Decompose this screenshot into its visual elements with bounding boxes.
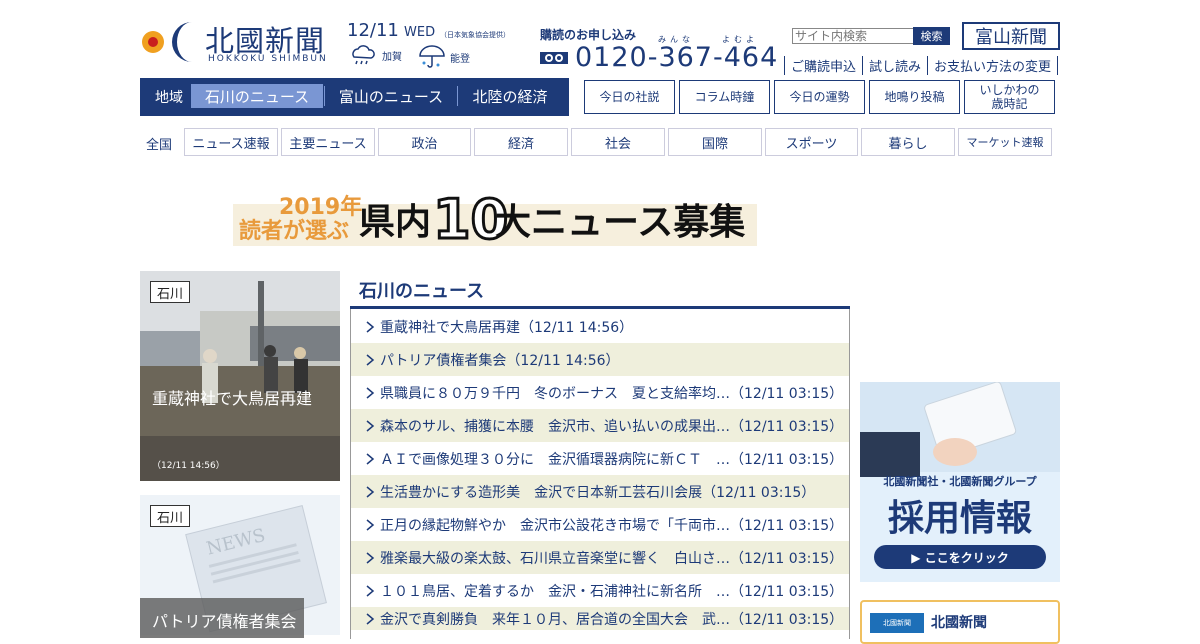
recruit-ad-banner[interactable]: 北國新聞社・北國新聞グループ 採用情報 ▶ ここをクリック — [860, 382, 1060, 582]
banner-title-b: 大ニュース募集 — [495, 202, 745, 243]
news-item[interactable]: 生活豊かにする造形美 金沢で日本新工芸石川会展（12/11 03:15） — [351, 475, 849, 508]
news-item[interactable]: ＡＩで画像処理３０分に 金沢循環器病院に新ＣＴ …（12/11 03:15） — [351, 442, 849, 475]
news-item[interactable]: 金沢で真剣勝負 来年１０月、居合道の全国大会 武…（12/11 03:15） — [351, 607, 849, 630]
play-arrow-icon — [366, 612, 375, 625]
photo-timestamp: （12/11 14:56） — [152, 461, 225, 471]
logo-roman: HOKKOKU SHIMBUN — [208, 54, 328, 64]
news-item-title: 正月の縁起物鮮やか 金沢市公設花き市場で「千両市…（12/11 03:15） — [380, 517, 844, 534]
news-item-title: 県職員に８０万９千円 冬のボーナス 夏と支給率均…（12/11 03:15） — [380, 385, 844, 402]
banner-title-a: 県内 — [359, 202, 431, 243]
current-weekday: WED — [404, 25, 436, 40]
category-breaking-news[interactable]: ニュース速報 — [184, 128, 278, 156]
weather-noto[interactable]: 能登 — [418, 44, 470, 70]
news-item-title: ＡＩで画像処理３０分に 金沢循環器病院に新ＣＴ …（12/11 03:15） — [380, 451, 844, 468]
horoscope-button[interactable]: 今日の運勢 — [774, 80, 865, 114]
trial-link[interactable]: 試し読み — [862, 56, 927, 75]
weather-kaga[interactable]: 加賀 — [348, 44, 402, 66]
news-item-title: パトリア債権者集会（12/11 14:56） — [380, 352, 620, 369]
play-arrow-icon — [366, 551, 375, 564]
recruit-click-button: ▶ ここをクリック — [911, 551, 1008, 565]
news-item-title: 生活豊かにする造形美 金沢で日本新工芸石川会展（12/11 03:15） — [380, 484, 816, 501]
play-arrow-icon — [366, 584, 375, 597]
play-arrow-icon — [366, 485, 375, 498]
news-item[interactable]: １０１鳥居、定着するか 金沢・石浦神社に新名所 …（12/11 03:15） — [351, 574, 849, 607]
news-item[interactable]: 森本のサル、捕獲に本腰 金沢市、追い払いの成果出…（12/11 03:15） — [351, 409, 849, 442]
hokkoku-box-logo: 北國新聞 — [870, 613, 924, 633]
news-item-title: 重蔵神社で大鳥居再建（12/11 14:56） — [380, 319, 634, 336]
recruit-title: 採用情報 — [888, 498, 1032, 539]
subscribe-label: 購読のお申し込み — [540, 28, 637, 42]
category-market-news[interactable]: マーケット速報 — [958, 128, 1052, 156]
tab-toyama-news[interactable]: 富山のニュース — [326, 84, 456, 108]
banner-year: 2019年 — [279, 194, 362, 220]
freedial-icon — [540, 52, 568, 64]
category-nav-label: 全国 — [146, 138, 173, 153]
category-society[interactable]: 社会 — [571, 128, 665, 156]
news-section-heading: 石川のニュース — [359, 281, 485, 302]
play-arrow-icon — [366, 419, 375, 432]
news-item[interactable]: パトリア債権者集会（12/11 14:56） — [351, 343, 849, 376]
region-tag: 石川 — [150, 281, 191, 303]
banner-subtitle: 読者が選ぶ — [239, 218, 349, 244]
region-nav-label: 地域 — [155, 90, 183, 106]
category-top-news[interactable]: 主要ニュース — [281, 128, 375, 156]
recruit-company: 北國新聞社・北國新聞グループ — [883, 474, 1037, 488]
subscribe-link[interactable]: ご購読申込 — [784, 56, 862, 75]
region-divider — [457, 86, 458, 106]
news-item-title: 森本のサル、捕獲に本腰 金沢市、追い払いの成果出…（12/11 03:15） — [380, 418, 844, 435]
payment-change-link[interactable]: お支払い方法の変更 — [927, 56, 1059, 75]
ishikawa-almanac-button[interactable]: いしかわの 歳時記 — [964, 80, 1055, 114]
column-jisho-button[interactable]: コラム時鐘 — [679, 80, 770, 114]
reader-post-button[interactable]: 地鳴り投稿 — [869, 80, 960, 114]
weather-provider-note: （日本気象協会提供） — [440, 31, 510, 39]
news-item-title: 金沢で真剣勝負 来年１０月、居合道の全国大会 武…（12/11 03:15） — [380, 611, 844, 628]
play-arrow-icon — [366, 353, 375, 366]
cloud-rain-icon — [352, 45, 375, 65]
weather-region-label: 加賀 — [382, 51, 402, 63]
current-date: 12/11 — [347, 20, 399, 41]
play-arrow-icon — [366, 386, 375, 399]
category-economy[interactable]: 経済 — [474, 128, 568, 156]
news-item[interactable]: 正月の縁起物鮮やか 金沢市公設花き市場で「千両市…（12/11 03:15） — [351, 508, 849, 541]
photo-title[interactable]: パトリア債権者集会 — [152, 608, 296, 632]
news-item[interactable]: 雅楽最大級の楽太鼓、石川県立音楽堂に響く 白山さ…（12/11 03:15） — [351, 541, 849, 574]
hokkoku-box-label: 北國新聞 — [931, 615, 987, 631]
category-sports[interactable]: スポーツ — [765, 128, 858, 156]
photo-title[interactable]: 重蔵神社で大鳥居再建 — [152, 385, 312, 409]
play-arrow-icon — [366, 518, 375, 531]
play-arrow-icon — [366, 320, 375, 333]
search-button[interactable]: 検索 — [913, 27, 950, 45]
top10-news-banner[interactable]: 2019年 読者が選ぶ 県内 10 大ニュース募集 — [233, 184, 757, 246]
category-international[interactable]: 国際 — [668, 128, 762, 156]
news-item-title: 雅楽最大級の楽太鼓、石川県立音楽堂に響く 白山さ…（12/11 03:15） — [380, 550, 844, 567]
site-search-input[interactable] — [792, 28, 916, 44]
header-links: ご購読申込 試し読み お支払い方法の変更 — [784, 56, 1059, 75]
news-item-title: １０１鳥居、定着するか 金沢・石浦神社に新名所 …（12/11 03:15） — [380, 583, 844, 600]
news-item[interactable]: 県職員に８０万９千円 冬のボーナス 夏と支給率均…（12/11 03:15） — [351, 376, 849, 409]
weather-region-label: 能登 — [450, 53, 470, 65]
news-item[interactable]: 重蔵神社で大鳥居再建（12/11 14:56） — [351, 310, 849, 343]
tab-hokuriku-economy[interactable]: 北陸の経済 — [459, 84, 561, 108]
category-living[interactable]: 暮らし — [861, 128, 955, 156]
play-arrow-icon — [366, 452, 375, 465]
region-tag: 石川 — [150, 505, 191, 527]
editorial-button[interactable]: 今日の社説 — [584, 80, 675, 114]
umbrella-rain-icon — [419, 45, 445, 68]
category-politics[interactable]: 政治 — [378, 128, 471, 156]
tab-ishikawa-news[interactable]: 石川のニュース — [191, 84, 323, 108]
toyama-shimbun-button[interactable]: 富山新聞 — [962, 22, 1060, 50]
subscribe-phone[interactable]: 0120-367-464 — [575, 42, 778, 73]
region-divider — [324, 86, 325, 106]
